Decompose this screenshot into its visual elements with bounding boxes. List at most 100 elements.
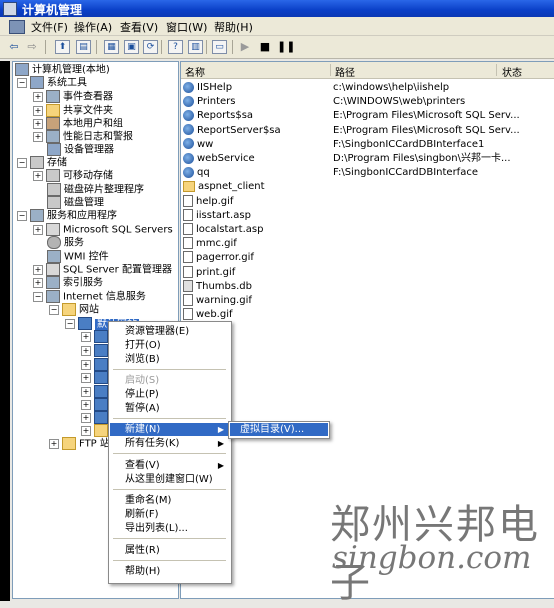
menu-item-export-list[interactable]: 导出列表(L)... — [110, 522, 230, 535]
back-icon[interactable]: ⇦ — [6, 39, 22, 54]
tree-item-services[interactable]: 服务 — [47, 236, 84, 250]
menu-item-new[interactable]: 新建(N) ▶ — [110, 423, 230, 436]
list-item[interactable]: mmc.gif — [181, 237, 554, 251]
expand-icon[interactable]: + — [33, 264, 43, 275]
tree-item-defrag[interactable]: 磁盘碎片整理程序 — [47, 183, 144, 197]
expand-icon[interactable]: + — [81, 399, 91, 410]
list-item[interactable]: help.gif — [181, 194, 554, 209]
menu-window[interactable]: 窗口(W) — [166, 19, 207, 35]
menu-item-rename[interactable]: 重命名(M) — [110, 494, 230, 507]
column-header-name[interactable]: 名称 — [185, 64, 205, 79]
tree-item-system-tools[interactable]: − 系统工具 — [17, 76, 87, 90]
list-item[interactable]: Thumbs.db — [181, 279, 554, 294]
list-item[interactable]: webService D:\Program Files\singbon\兴邦一卡.… — [181, 152, 554, 166]
show-hide-tree-icon[interactable]: ▤ — [76, 40, 91, 54]
list-item[interactable]: ww F:\SingbonICCardDBInterface1 — [181, 138, 554, 152]
tree-item-websites[interactable]: − 网站 — [49, 303, 99, 317]
menu-item-help[interactable]: 帮助(H) — [110, 565, 230, 578]
expand-icon[interactable]: + — [33, 105, 43, 116]
menu-item-view[interactable]: 查看(V) ▶ — [110, 459, 230, 472]
list-item[interactable]: IISHelp c:\windows\help\iishelp — [181, 81, 554, 95]
expand-icon[interactable]: + — [49, 438, 59, 449]
expand-icon[interactable]: + — [33, 277, 43, 288]
tree-item-indexing[interactable]: + 索引服务 — [33, 276, 103, 290]
pause-icon[interactable]: ❚❚ — [277, 39, 295, 54]
collapse-icon[interactable]: − — [49, 304, 59, 315]
forward-icon[interactable]: ⇨ — [24, 39, 40, 54]
menu-item-new-window[interactable]: 从这里创建窗口(W) — [110, 473, 230, 486]
view-icon[interactable]: ▥ — [188, 40, 203, 54]
menu-view[interactable]: 查看(V) — [120, 19, 158, 35]
menu-help[interactable]: 帮助(H) — [214, 19, 253, 35]
column-header-path[interactable]: 路径 — [335, 64, 355, 79]
tree-item-shared-folders[interactable]: + 共享文件夹 — [33, 104, 113, 118]
menu-item-all-tasks[interactable]: 所有任务(K) ▶ — [110, 437, 230, 450]
collapse-icon[interactable]: − — [17, 210, 27, 221]
collapse-icon[interactable]: − — [17, 77, 27, 88]
tree-item-child[interactable]: + — [81, 385, 111, 399]
collapse-icon[interactable]: − — [17, 157, 27, 168]
menu-item-explore[interactable]: 资源管理器(E) — [110, 325, 230, 338]
export-list-icon[interactable]: ▣ — [124, 40, 139, 54]
collapse-icon[interactable]: − — [33, 291, 43, 302]
tree-item-wmi[interactable]: WMI 控件 — [47, 250, 109, 264]
tree-item-child[interactable]: + — [81, 358, 111, 372]
column-header-status[interactable]: 状态 — [502, 64, 522, 79]
menu-item-properties[interactable]: 属性(R) — [110, 544, 230, 557]
list-item[interactable]: Printers C:\WINDOWS\web\printers — [181, 95, 554, 109]
tree-item-device-manager[interactable]: 设备管理器 — [47, 143, 114, 157]
expand-icon[interactable]: + — [81, 412, 91, 423]
up-folder-icon[interactable]: ⬆ — [55, 40, 70, 54]
list-item[interactable]: aspnet_client — [181, 180, 554, 194]
menu-item-refresh[interactable]: 刷新(F) — [110, 508, 230, 521]
tree-item-removable-storage[interactable]: + 可移动存储 — [33, 169, 113, 183]
expand-icon[interactable]: + — [33, 224, 43, 235]
expand-icon[interactable]: + — [81, 331, 91, 342]
tree-item-child[interactable]: + — [81, 398, 111, 412]
expand-icon[interactable]: + — [81, 345, 91, 356]
refresh-icon[interactable]: ⟳ — [143, 40, 158, 54]
expand-icon[interactable]: + — [81, 386, 91, 397]
menu-item-virtual-directory[interactable]: 虚拟目录(V)... — [230, 423, 328, 436]
tree-item-performance-logs[interactable]: + 性能日志和警报 — [33, 130, 133, 144]
expand-icon[interactable]: + — [81, 425, 91, 436]
tree-item-local-users[interactable]: + 本地用户和组 — [33, 117, 123, 131]
expand-icon[interactable]: + — [81, 372, 91, 383]
expand-icon[interactable]: + — [33, 131, 43, 142]
expand-icon[interactable]: + — [33, 118, 43, 129]
list-item[interactable]: Reports$sa E:\Program Files\Microsoft SQL… — [181, 109, 554, 123]
computer-icon[interactable]: ▭ — [212, 40, 227, 54]
collapse-icon[interactable]: − — [65, 318, 75, 329]
list-item[interactable]: localstart.asp — [181, 223, 554, 237]
tree-item-services-apps[interactable]: − 服务和应用程序 — [17, 209, 117, 223]
tree-root[interactable]: 计算机管理(本地) — [15, 63, 110, 77]
help-icon[interactable]: ? — [168, 40, 183, 54]
list-item[interactable]: iisstart.asp — [181, 208, 554, 223]
menu-item-browse[interactable]: 浏览(B) — [110, 353, 230, 366]
menu-item-stop[interactable]: 停止(P) — [110, 388, 230, 401]
list-item[interactable]: warning.gif — [181, 294, 554, 308]
tree-item-sql-servers[interactable]: + Microsoft SQL Servers — [33, 223, 173, 237]
menu-file[interactable]: 文件(F) — [31, 19, 68, 35]
menu-item-pause[interactable]: 暂停(A) — [110, 402, 230, 415]
tree-item-event-viewer[interactable]: + 事件查看器 — [33, 90, 113, 104]
tree-item-child[interactable]: + — [81, 344, 111, 358]
list-item[interactable]: pagerror.gif — [181, 251, 554, 265]
tree-item-storage[interactable]: − 存储 — [17, 156, 67, 170]
properties-icon[interactable]: ▦ — [104, 40, 119, 54]
tree-item-iis[interactable]: − Internet 信息服务 — [33, 290, 146, 304]
console-icon[interactable] — [9, 20, 25, 34]
play-icon[interactable]: ▶ — [237, 39, 253, 54]
tree-item-child[interactable]: + — [81, 330, 111, 344]
expand-icon[interactable]: + — [81, 359, 91, 370]
tree-item-child[interactable]: + — [81, 411, 111, 425]
tree-item-disk-management[interactable]: 磁盘管理 — [47, 196, 104, 210]
tree-item-child[interactable]: + — [81, 371, 111, 385]
tree-item-child[interactable]: + — [81, 424, 111, 438]
tree-item-sql-config[interactable]: + SQL Server 配置管理器 — [33, 263, 172, 277]
list-item[interactable]: qq F:\SingbonICCardDBInterface — [181, 166, 554, 180]
stop-icon[interactable]: ■ — [257, 39, 273, 54]
menu-item-open[interactable]: 打开(O) — [110, 339, 230, 352]
column-divider[interactable] — [496, 64, 497, 76]
expand-icon[interactable]: + — [33, 170, 43, 181]
